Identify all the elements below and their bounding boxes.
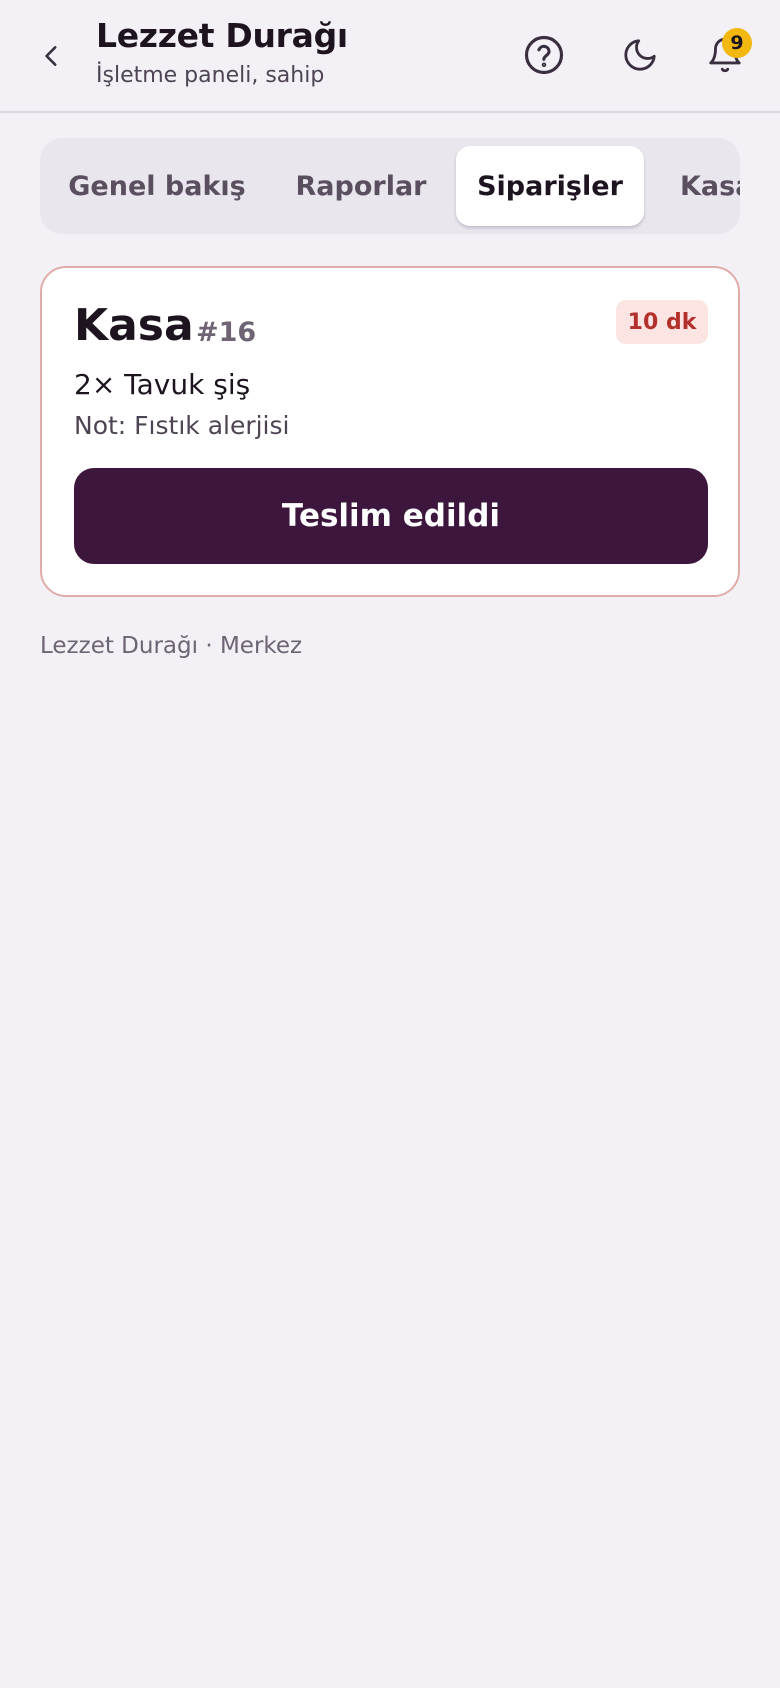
moon-icon bbox=[624, 39, 656, 71]
notification-badge: 9 bbox=[722, 28, 752, 58]
back-button[interactable] bbox=[28, 32, 76, 80]
app-header: Lezzet Durağı İşletme paneli, sahip 9 bbox=[0, 0, 780, 113]
tab-orders[interactable]: Siparişler bbox=[456, 146, 644, 226]
tab-reports[interactable]: Raporlar bbox=[276, 146, 446, 226]
page-title: Lezzet Durağı bbox=[96, 16, 348, 55]
mark-delivered-button[interactable]: Teslim edildi bbox=[74, 468, 708, 564]
elapsed-time-badge: 10 dk bbox=[616, 300, 708, 344]
tab-overview[interactable]: Genel bakış bbox=[64, 146, 250, 226]
page-subtitle: İşletme paneli, sahip bbox=[96, 63, 325, 88]
footer-location: Lezzet Durağı · Merkez bbox=[40, 633, 303, 659]
chevron-left-icon bbox=[45, 46, 57, 66]
order-note: Not: Fıstık alerjisi bbox=[74, 411, 290, 440]
order-title: Kasa bbox=[74, 300, 194, 351]
tab-bar: Genel bakış Raporlar Siparişler Kasa bbox=[40, 138, 740, 234]
help-button[interactable] bbox=[519, 30, 569, 80]
tab-kasa[interactable]: Kasa bbox=[680, 146, 740, 226]
order-number: #16 bbox=[196, 317, 257, 348]
theme-toggle-button[interactable] bbox=[615, 30, 665, 80]
order-card: Kasa #16 10 dk 2× Tavuk şiş Not: Fıstık … bbox=[40, 266, 740, 597]
order-item: 2× Tavuk şiş bbox=[74, 368, 251, 401]
help-circle-icon bbox=[524, 35, 564, 75]
